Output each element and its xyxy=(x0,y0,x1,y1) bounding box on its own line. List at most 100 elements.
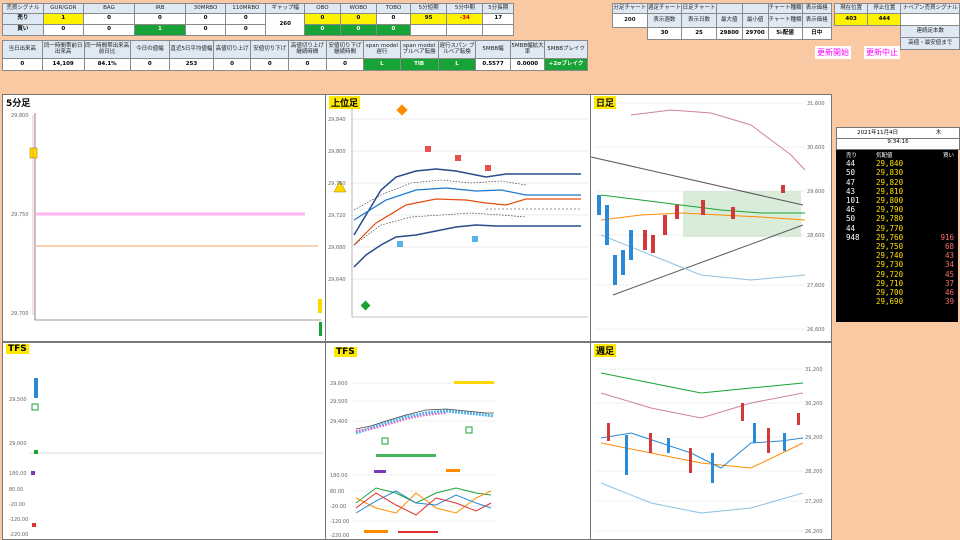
position-value: 403 xyxy=(833,13,869,26)
tfs1-tick: 29,000 xyxy=(9,441,27,447)
continuous-bars-label: 連続足本数 xyxy=(900,25,960,38)
signal-value: 0 xyxy=(375,13,412,25)
stats-header: 同一時間帯出来高前日比 xyxy=(83,40,131,59)
settings-value[interactable]: 200 xyxy=(612,13,648,28)
tfs2-tick: -220.00 xyxy=(330,533,349,539)
stats-value: 0 xyxy=(212,58,252,71)
stats-header: 安値切り下げ継続時間 xyxy=(325,40,365,59)
chart-5min: 29,800 29,750 29,700 xyxy=(11,113,322,336)
ob-sell: 44 xyxy=(846,159,856,169)
ob-sell: 44 xyxy=(846,223,856,233)
ob-sell: 47 xyxy=(846,177,856,187)
upper-tick: 29,680 xyxy=(328,245,346,251)
daily-tick: 26,600 xyxy=(807,327,825,333)
orderbook-row: 46 29,790 xyxy=(836,205,958,214)
signal-value xyxy=(446,24,484,36)
upper-tick: 29,720 xyxy=(328,213,346,219)
orderbook-time: 9:34:16 xyxy=(836,138,960,150)
orderbook-row: 44 29,770 xyxy=(836,224,958,233)
stats-header: 今日の値幅 xyxy=(129,40,171,59)
chart-daily: 31,600 30,600 29,600 28,600 27,600 26,60… xyxy=(591,101,825,333)
stats-header: 高値切り上げ継続時間 xyxy=(288,40,327,59)
orderbook-weekday: 木 xyxy=(935,130,942,136)
orderbook-header-sell: 売り xyxy=(846,152,858,159)
settings-value[interactable]: 日中 xyxy=(801,27,833,40)
position-table: 現在位置 停止位置 ナベアン売買シグナル 403 444 連続足本数 高値・最安… xyxy=(833,3,960,50)
weekly-tick: 26,200 xyxy=(805,529,823,535)
tfs2-tick: 80.00 xyxy=(330,489,344,495)
signal-value: 17 xyxy=(482,13,514,25)
ob-price: 29,700 xyxy=(876,287,904,297)
daily-tick: 31,600 xyxy=(807,101,825,107)
start-update-button[interactable]: 更新開始 xyxy=(815,46,851,59)
settings-header xyxy=(741,3,769,14)
ob-buy: 37 xyxy=(944,278,954,288)
signal-value: 1 xyxy=(42,13,84,25)
orderbook-row: 29,750 68 xyxy=(836,242,958,251)
stats-header: span model遅行 xyxy=(363,40,401,59)
panel-5min: 5分足 29,800 29,750 29,700 xyxy=(2,94,326,342)
settings-value[interactable]: 5ﾚ配値 xyxy=(767,27,803,40)
position-header: 現在位置 xyxy=(833,3,869,14)
settings-value[interactable]: 29800 xyxy=(715,27,743,40)
settings-table: 分足チャート 週足チャート 日足チャート チャート種類 表示価格 200 表示週… xyxy=(612,3,833,40)
weekly-tick: 28,200 xyxy=(805,469,823,475)
ob-sell: 101 xyxy=(846,196,860,206)
settings-value[interactable]: 25 xyxy=(681,27,717,40)
daily-tick: 27,600 xyxy=(807,283,825,289)
signal-value: 0 xyxy=(82,13,136,25)
settings-subheader-row: 200 表示週数 表示日数 最大値 最小値 チャート種類 表示価格 xyxy=(612,13,833,28)
orderbook-date: 2021年11月4日 xyxy=(857,130,899,136)
signal-value: 0 xyxy=(82,24,136,36)
ob-price: 29,750 xyxy=(876,241,904,251)
orderbook-row: 29,690 39 xyxy=(836,297,958,306)
signal-sell-row: 売り 1 0 0 0 0 260 0 0 0 95 -34 17 xyxy=(2,13,514,36)
settings-header: 日足チャート xyxy=(681,3,717,14)
orderbook-header-price: 気配値 xyxy=(876,152,893,159)
panel-daily: 日足 31,600 30,600 29,600 28,600 27,600 26… xyxy=(590,94,832,342)
signal-header: WOBO xyxy=(339,3,377,14)
stats-value: 0 xyxy=(129,58,171,71)
stats-value: 14,109 xyxy=(41,58,85,71)
ob-price: 29,780 xyxy=(876,214,904,224)
stats-header: span model ブルベア転換 xyxy=(399,40,439,59)
tfs1-tick: -220.00 xyxy=(9,532,28,538)
settings-value[interactable]: 29700 xyxy=(741,27,769,40)
settings-value[interactable]: 30 xyxy=(646,27,683,40)
upper-tick: 29,800 xyxy=(328,149,346,155)
ob-price: 29,840 xyxy=(876,159,904,169)
stats-header: 5MBBブレイク xyxy=(544,40,588,59)
settings-subheader: 表示週数 xyxy=(646,13,683,28)
signal-table: 売買シグナル GUR/GDR BAG IRB 30MRBO 110MRBO ギャ… xyxy=(2,3,514,36)
panel-higher-timeframe: 上位足 29,840 29,800 29,760 29,720 29,680 2… xyxy=(325,94,591,342)
signal-value: 0 xyxy=(184,24,227,36)
signal-value: 0 xyxy=(225,13,267,25)
orderbook-header: 売り 気配値 買い xyxy=(836,150,958,159)
position-value-row: 403 444 xyxy=(833,13,960,26)
stats-value: 0 xyxy=(325,58,365,71)
tfs1-tick: 80.00 xyxy=(9,487,23,493)
tfs2-tick: -120.00 xyxy=(330,519,349,525)
stop-update-button[interactable]: 更新中止 xyxy=(864,46,900,59)
settings-subheader: 最大値 xyxy=(715,13,743,28)
stats-header-row: 当日出来高 同一時間帯前日出来高 同一時間帯出来高前日比 今日の値幅 直近5日平… xyxy=(2,40,588,59)
p5-tick: 29,800 xyxy=(11,113,29,119)
signal-value: 0 xyxy=(339,24,377,36)
high-low-distance-label: 高値・最安値まで xyxy=(900,37,960,50)
signal-header: OBO xyxy=(303,3,341,14)
position-header: 停止位置 xyxy=(867,3,902,14)
position-value: 444 xyxy=(867,13,902,26)
signal-header: 110MRBO xyxy=(225,3,267,14)
signal-value: 0 xyxy=(134,13,186,25)
stats-header: 遅行スパン ブルベア転換 xyxy=(437,40,477,59)
signal-header: BAG xyxy=(82,3,136,14)
ob-buy: 39 xyxy=(944,297,954,307)
tfs1-tick: 29,500 xyxy=(9,397,27,403)
ob-buy: 46 xyxy=(944,287,954,297)
orderbook-row: 50 29,830 xyxy=(836,168,958,177)
chart-tfs-middle: 29,600 29,500 29,400 180.00 80.00 -20.00… xyxy=(330,381,496,539)
ob-buy: 43 xyxy=(944,251,954,261)
orderbook-row: 29,730 34 xyxy=(836,260,958,269)
settings-header: 表示価格 xyxy=(801,3,833,14)
panel-weekly: 週足 31,200 30,200 29,200 28,200 27,200 26… xyxy=(590,342,832,540)
